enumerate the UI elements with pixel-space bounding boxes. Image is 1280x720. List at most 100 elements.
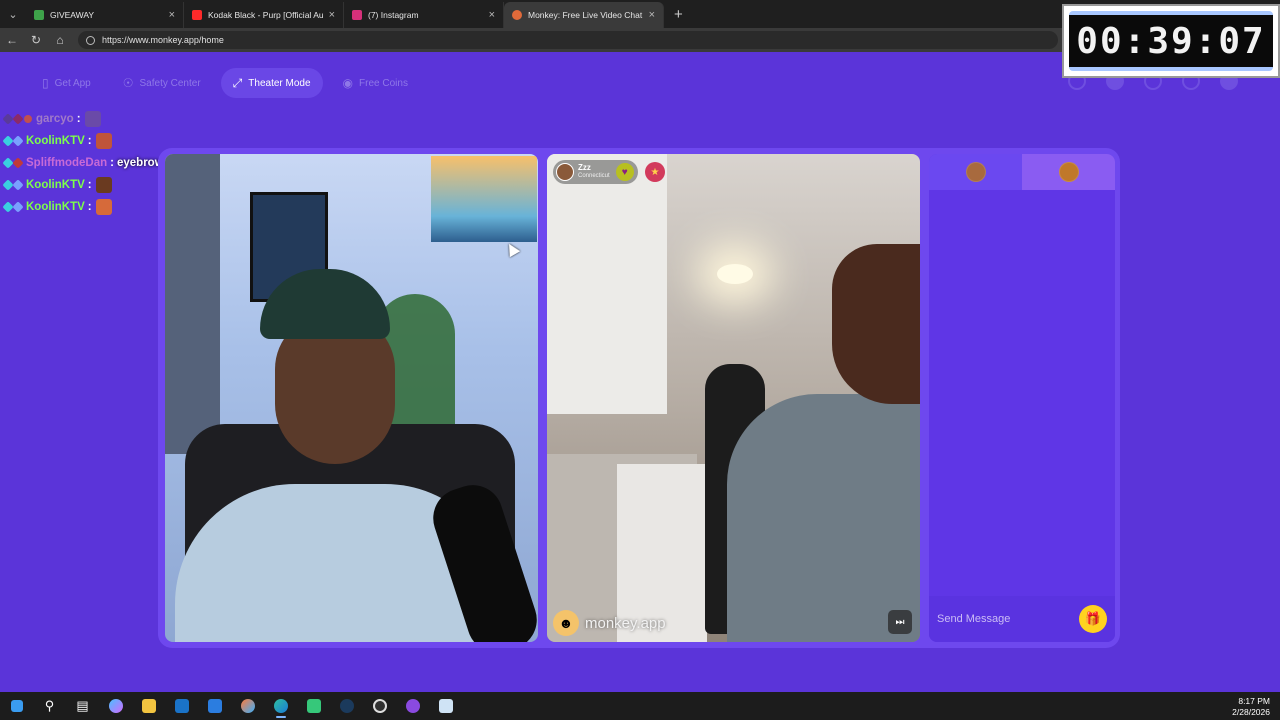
free-coins-label: Free Coins: [359, 77, 408, 89]
home-icon[interactable]: ⌂: [48, 33, 72, 47]
tab-remote-user[interactable]: [929, 154, 1022, 190]
url-field[interactable]: https://www.monkey.app/home: [78, 31, 1058, 49]
chat-panel-tabs: [929, 154, 1115, 190]
streamlabs-icon[interactable]: [396, 692, 429, 720]
heart-icon[interactable]: ♥: [615, 163, 634, 181]
chat-badges: [2, 201, 24, 213]
wall-art-shape: [431, 156, 537, 242]
back-arrow-icon[interactable]: ←: [0, 33, 24, 47]
browser-tab-youtube[interactable]: Kodak Black - Purp [Official Audio] ×: [184, 2, 344, 28]
clock-time: 8:17 PM: [1238, 696, 1270, 706]
chat-separator: :: [110, 157, 114, 169]
youtube-favicon-icon: [192, 10, 202, 20]
gift-badge-icon[interactable]: ★: [645, 162, 665, 182]
copilot-icon[interactable]: [99, 692, 132, 720]
site-info-icon[interactable]: [86, 35, 95, 45]
timer-text: 00:39:07: [1076, 20, 1266, 62]
expand-icon: ⤢: [232, 75, 243, 90]
tab-close-icon[interactable]: ×: [649, 9, 655, 21]
browser-tab-giveaway[interactable]: GIVEAWAY ×: [26, 2, 184, 28]
remote-avatar: [556, 163, 574, 181]
ceiling-light-shape: [717, 264, 753, 284]
chat-line: garcyo :: [2, 108, 228, 130]
tab-title: Kodak Black - Purp [Official Audio]: [208, 10, 323, 20]
giveaway-favicon-icon: [34, 10, 44, 20]
tab-list-chevron-icon[interactable]: ⌄: [0, 0, 26, 28]
start-icon[interactable]: [0, 692, 33, 720]
search-icon[interactable]: ⚲: [33, 692, 66, 720]
message-input-row: 🎁: [929, 596, 1115, 642]
chat-username: KoolinKTV: [26, 179, 85, 191]
gift-icon[interactable]: 🎁: [1079, 605, 1107, 633]
chat-panel: 🎁: [929, 154, 1115, 642]
ms365-icon[interactable]: [231, 692, 264, 720]
remote-user-name: Zzz: [578, 163, 591, 172]
chat-badges: [2, 157, 24, 169]
get-app-label: Get App: [54, 77, 91, 89]
remote-video: Zzz Connecticut ♥ ★ ☻ monkey.app ⏭: [547, 154, 920, 642]
badge-icon: [12, 135, 24, 147]
emote-icon: [95, 133, 112, 149]
emote-icon: [84, 111, 101, 127]
tab-title: GIVEAWAY: [50, 10, 95, 20]
monkey-watermark: ☻ monkey.app: [553, 610, 666, 636]
monkey-favicon-icon: [512, 10, 522, 20]
phone-icon: ▯: [42, 76, 49, 90]
remote-user-info[interactable]: Zzz Connecticut ♥: [553, 160, 638, 184]
badge-icon: [12, 157, 24, 169]
clock-date: 2/28/2026: [1232, 707, 1270, 717]
foreground-person-shape: [727, 394, 920, 642]
edge-icon[interactable]: [264, 692, 297, 720]
chat-separator: :: [87, 179, 92, 191]
theater-mode-button[interactable]: ⤢ Theater Mode: [220, 68, 323, 98]
coins-icon: ◉: [342, 76, 354, 90]
video-chat-stage: Zzz Connecticut ♥ ★ ☻ monkey.app ⏭ 🎁: [158, 148, 1120, 648]
tab-self[interactable]: [1022, 154, 1115, 190]
safety-center-button[interactable]: ☉ Safety Center: [111, 68, 213, 98]
stream-timer: 00:39:07: [1062, 4, 1280, 78]
tab-title: Monkey: Free Live Video Chat: [528, 10, 643, 20]
notepad-icon[interactable]: [429, 692, 462, 720]
cabinet-shape: [547, 154, 667, 414]
url-text: https://www.monkey.app/home: [102, 35, 224, 45]
emote-icon: [95, 177, 112, 193]
shield-icon: ☉: [122, 76, 134, 90]
tab-close-icon[interactable]: ×: [169, 9, 175, 21]
send-message-input[interactable]: [937, 613, 1079, 625]
browser-tab-instagram[interactable]: (7) Instagram ×: [344, 2, 504, 28]
remote-user-location: Connecticut: [578, 173, 610, 179]
curtain-shape: [165, 154, 220, 454]
get-app-button[interactable]: ▯ Get App: [30, 68, 103, 98]
local-video: [165, 154, 538, 642]
system-clock[interactable]: 8:17 PM 2/28/2026: [1232, 696, 1270, 718]
tab-close-icon[interactable]: ×: [489, 9, 495, 21]
store-icon[interactable]: [198, 692, 231, 720]
task-view-icon[interactable]: ▤: [66, 692, 99, 720]
foreground-head-shape: [832, 244, 920, 404]
steam-icon[interactable]: [330, 692, 363, 720]
site-nav: ▯ Get App ☉ Safety Center ⤢ Theater Mode…: [30, 68, 420, 98]
chat-app-icon[interactable]: [297, 692, 330, 720]
browser-tab-monkey[interactable]: Monkey: Free Live Video Chat ×: [504, 2, 664, 28]
theater-mode-label: Theater Mode: [248, 77, 311, 89]
obs-icon[interactable]: [363, 692, 396, 720]
chat-separator: :: [87, 201, 92, 213]
file-explorer-icon[interactable]: [132, 692, 165, 720]
instagram-favicon-icon: [352, 10, 362, 20]
tab-close-icon[interactable]: ×: [329, 9, 335, 21]
skip-next-icon[interactable]: ⏭: [888, 610, 912, 634]
chat-badges: [2, 113, 32, 125]
windows-taskbar: ⚲ ▤ 8:17 PM 2/28/2026: [0, 692, 1280, 720]
monkey-logo-icon: ☻: [553, 610, 579, 636]
new-tab-plus-icon[interactable]: +: [674, 6, 683, 23]
outlook-icon[interactable]: [165, 692, 198, 720]
chat-username: KoolinKTV: [26, 201, 85, 213]
reload-icon[interactable]: ↻: [24, 33, 48, 47]
remote-user-name-block: Zzz Connecticut: [578, 163, 610, 181]
badge-icon: [12, 179, 24, 191]
free-coins-button[interactable]: ◉ Free Coins: [331, 68, 420, 98]
self-avatar: [1058, 162, 1079, 182]
chat-username: KoolinKTV: [26, 135, 85, 147]
tab-title: (7) Instagram: [368, 10, 419, 20]
chat-separator: :: [87, 135, 92, 147]
